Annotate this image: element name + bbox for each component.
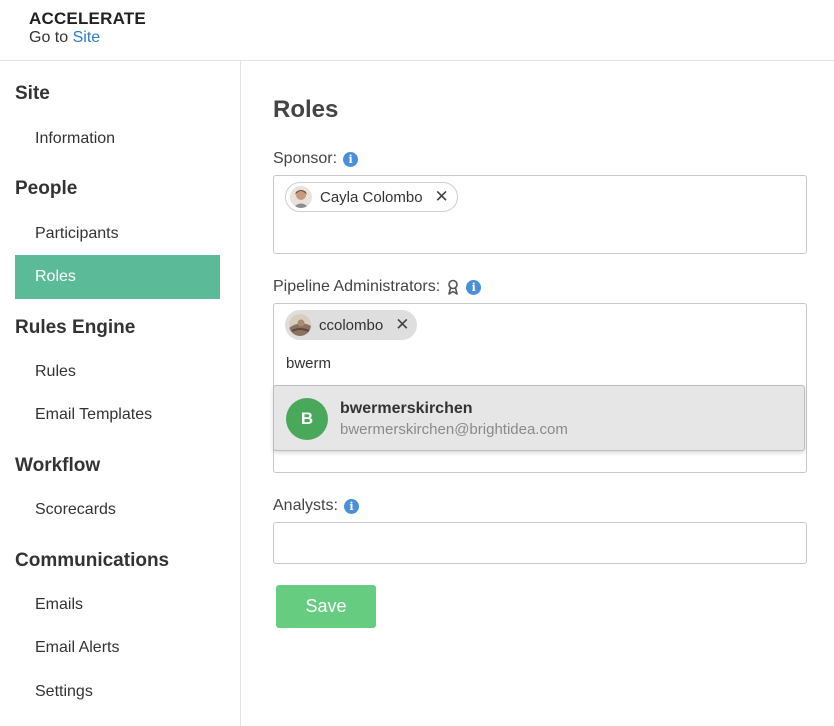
sidebar-section-people: People [15, 178, 78, 199]
user-avatar-photo-icon [290, 186, 312, 208]
sidebar-section-site: Site [15, 83, 50, 104]
pipeline-admin-chip-name: ccolombo [319, 316, 384, 334]
info-icon[interactable]: i [466, 279, 482, 295]
pipeline-admin-chip: ccolombo ✕ [285, 310, 418, 340]
site-link[interactable]: Site [73, 29, 101, 46]
analysts-label: Analysts: [273, 497, 338, 514]
sidebar-item-participants[interactable]: Participants [15, 212, 220, 256]
sidebar-section-rules-engine: Rules Engine [15, 317, 136, 338]
sidebar-section-workflow: Workflow [15, 455, 101, 476]
sidebar: Site Information People Participants Rol… [0, 61, 241, 726]
brand-title: ACCELERATE [29, 9, 146, 28]
sidebar-item-roles[interactable]: Roles [15, 255, 220, 299]
info-icon[interactable]: i [343, 151, 359, 167]
suggestion-avatar: B [286, 398, 328, 440]
sidebar-item-emails[interactable]: Emails [15, 583, 220, 627]
suggestion-name: bwermerskirchen [340, 400, 473, 417]
sidebar-item-email-alerts[interactable]: Email Alerts [15, 626, 220, 670]
main-content: Roles Sponsor: i Cayla Colombo ✕ Pipelin… [241, 61, 834, 726]
pipeline-admins-label-row: Pipeline Administrators: i [273, 278, 482, 296]
pipeline-admins-label: Pipeline Administrators: [273, 278, 441, 295]
sponsor-field[interactable]: Cayla Colombo ✕ [273, 175, 807, 254]
close-icon[interactable]: ✕ [395, 315, 409, 335]
sponsor-chip-name: Cayla Colombo [320, 188, 423, 206]
pipeline-admins-search-input[interactable]: bwerm [286, 355, 331, 372]
analysts-field[interactable] [273, 522, 807, 564]
user-avatar-photo-icon [289, 314, 311, 336]
goto-site: Go to Site [29, 29, 100, 47]
sidebar-item-settings[interactable]: Settings [15, 670, 220, 714]
award-ribbon-icon [446, 279, 460, 295]
suggestion-email: bwermerskirchen@brightidea.com [340, 421, 568, 438]
suggestion-dropdown[interactable]: B bwermerskirchen bwermerskirchen@bright… [273, 385, 805, 451]
sponsor-chip: Cayla Colombo ✕ [285, 182, 458, 212]
sponsor-label-row: Sponsor: i [273, 150, 359, 168]
sponsor-label: Sponsor: [273, 150, 338, 167]
page-title: Roles [273, 96, 339, 123]
top-bar: ACCELERATE Go to Site [0, 0, 834, 61]
goto-prefix: Go to [29, 29, 69, 46]
info-icon[interactable]: i [343, 498, 359, 514]
close-icon[interactable]: ✕ [435, 187, 449, 207]
sidebar-item-email-templates[interactable]: Email Templates [15, 393, 220, 437]
analysts-label-row: Analysts: i [273, 497, 359, 515]
sidebar-item-information[interactable]: Information [15, 117, 220, 161]
sidebar-section-communications: Communications [15, 550, 170, 571]
sidebar-item-rules[interactable]: Rules [15, 350, 220, 394]
save-button[interactable]: Save [276, 585, 376, 628]
sidebar-item-scorecards[interactable]: Scorecards [15, 488, 220, 532]
